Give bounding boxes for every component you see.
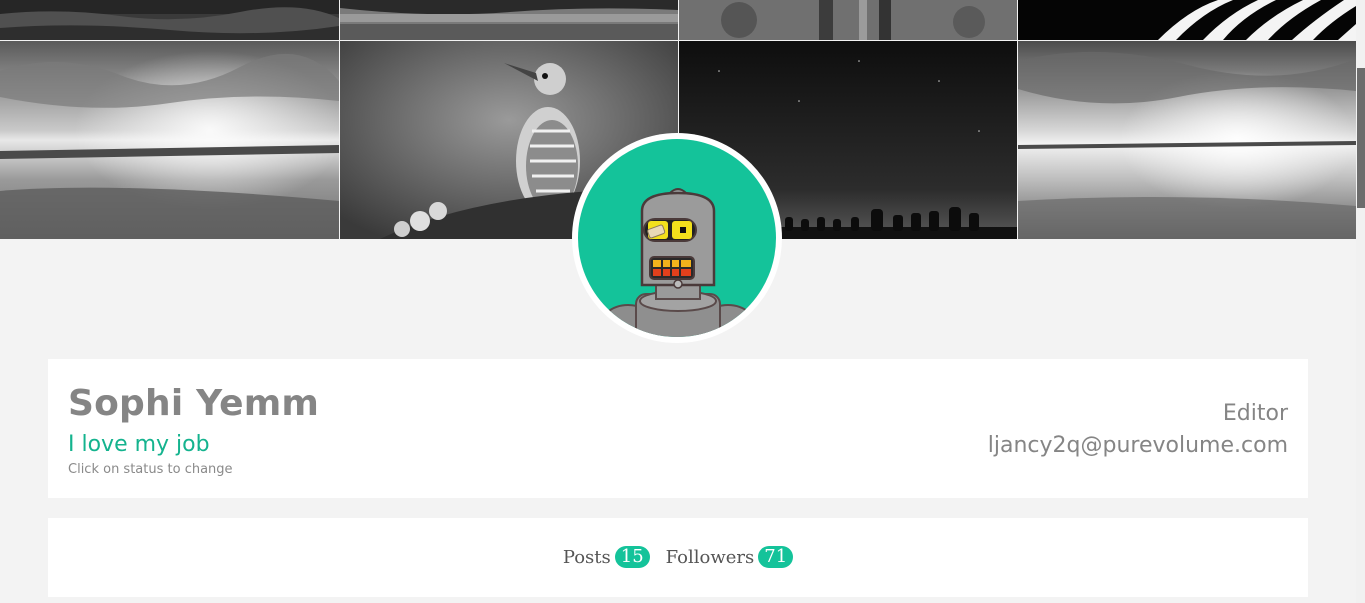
posts-stat[interactable]: Posts 15 (563, 546, 650, 568)
posts-label: Posts (562, 546, 611, 568)
cover-tile-zebra (1018, 0, 1356, 40)
profile-status[interactable]: I love my job (68, 432, 210, 457)
profile-avatar[interactable] (572, 133, 782, 343)
status-hint: Click on status to change (68, 462, 233, 477)
posts-count-badge: 15 (614, 546, 650, 568)
stats-row: Posts 15 Followers 71 (48, 546, 1308, 568)
profile-role: Editor (1222, 401, 1288, 426)
followers-label: Followers (665, 546, 755, 568)
followers-count-badge: 71 (758, 546, 794, 568)
cover-tile-lake (340, 0, 678, 40)
profile-stats-card: Posts 15 Followers 71 (48, 518, 1308, 597)
cover-tile-bicycle (679, 0, 1017, 40)
profile-email: ljancy2q@purevolume.com (987, 433, 1288, 458)
cover-tile-sea-reflection (1018, 41, 1356, 239)
profile-info-card: Sophi Yemm I love my job Click on status… (48, 359, 1308, 498)
page-scrollbar[interactable] (1356, 0, 1365, 603)
robot-avatar-icon (578, 139, 776, 337)
cover-tile-forest (0, 0, 339, 40)
profile-name: Sophi Yemm (68, 383, 320, 424)
scrollbar-thumb[interactable] (1357, 68, 1365, 208)
cover-tile-beach-clouds (0, 41, 339, 239)
followers-stat[interactable]: Followers 71 (666, 546, 794, 568)
